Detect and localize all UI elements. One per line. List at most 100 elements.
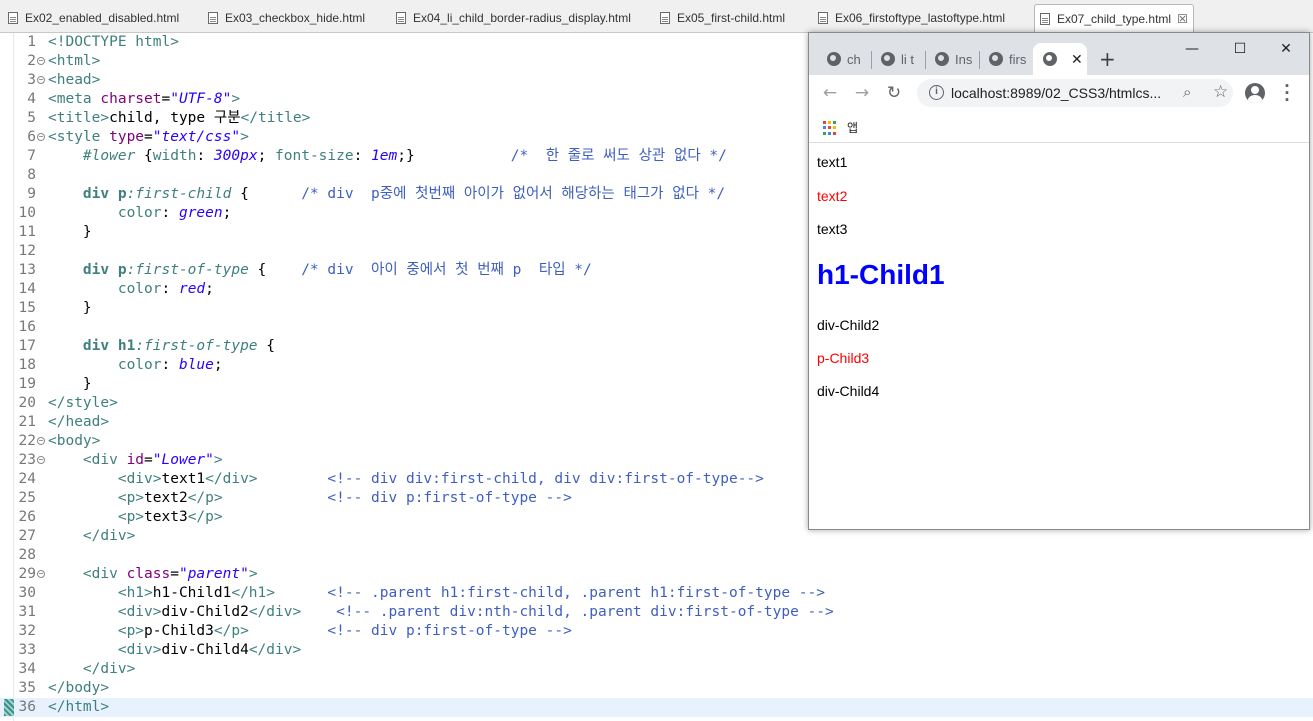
fold-toggle-icon[interactable]: − [37,570,45,578]
html-file-icon [660,12,670,24]
code-line[interactable]: 32 <p>p-Child3</p> <!-- div p:first-of-t… [0,622,1313,641]
code-line[interactable]: 31 <div>div-Child2</div> <!-- .parent di… [0,603,1313,622]
code-token: </body> [48,680,110,696]
fold-toggle-icon[interactable]: − [37,456,45,464]
code-text: </body> [48,679,109,698]
line-number: 36 [18,699,36,715]
line-number: 15 [18,300,36,316]
browser-tab[interactable]: ch [817,43,871,75]
code-token: font-size [275,148,354,164]
code-token: div p [82,186,127,202]
code-token: /* 한 줄로 써도 상관 없다 */ [510,148,727,164]
code-token: = [144,452,153,468]
browser-tab[interactable]: li t [871,43,925,75]
code-token: type [109,129,145,145]
line-number: 10 [18,205,36,221]
address-bar[interactable]: i localhost:8989/02_CSS3/htmlcs... ⌕ ☆ [917,79,1233,107]
code-text: div p:first-of-type { /* div 아이 중에서 첫 번째… [48,261,592,280]
page-text1: text1 [817,154,848,170]
minimize-button[interactable]: — [1169,37,1215,61]
code-line[interactable]: 36 </html> [0,698,1313,717]
code-token: = [170,566,179,582]
line-number: 26 [18,509,36,525]
browser-tab-active[interactable]: ✕ [1033,43,1087,75]
code-line[interactable]: 33 <div>div-Child4</div> [0,641,1313,660]
code-token: p-Child3 [144,623,214,639]
browser-tab[interactable]: Ins [925,43,979,75]
new-tab-button[interactable]: + [1099,47,1116,71]
bookmarks-bar: 앱 [809,111,1309,143]
editor-tab[interactable]: Ex05_first-child.html [660,4,812,32]
code-token: <p> [117,509,145,525]
reload-button[interactable]: ↻ [883,82,905,104]
code-text: </style> [48,394,118,413]
code-text: <p>text3</p> [48,508,223,527]
editor-tab[interactable]: Ex04_li_child_border-radius_display.html [396,4,654,32]
code-line[interactable]: 35 </body> [0,679,1313,698]
apps-label[interactable]: 앱 [847,119,858,136]
menu-icon[interactable]: · · · [1283,79,1291,108]
code-line[interactable]: 28 [0,546,1313,565]
editor-tab[interactable]: Ex02_enabled_disabled.html [8,4,198,32]
code-line[interactable]: 30 <h1>h1-Child1</h1> <!-- .parent h1:fi… [0,584,1313,603]
browser-tab-label: ch [847,51,861,67]
editor-tab-bar: Ex02_enabled_disabled.html Ex03_checkbox… [0,0,1313,33]
code-text: <body> [48,432,100,451]
code-token: div-Child4 [161,642,249,658]
forward-button[interactable]: → [851,82,873,104]
editor-tab-label: Ex06_firstoftype_lastoftype.html [835,11,1006,25]
html-file-icon [396,12,406,24]
fold-toggle-icon[interactable]: − [37,76,45,84]
fold-toggle-icon[interactable]: − [37,133,45,141]
code-text: } [48,375,92,394]
code-token: "text/css" [152,129,241,145]
line-number: 31 [18,604,36,620]
line-number: 3 [27,72,36,88]
fold-toggle-icon[interactable]: − [37,437,45,445]
close-icon[interactable]: ☒ [1177,12,1188,26]
line-number: 5 [27,110,36,126]
line-number: 18 [18,357,36,373]
maximize-button[interactable]: ☐ [1217,37,1263,61]
code-text: <div>text1</div> <!-- div div:first-chil… [48,470,764,489]
code-token: </div> [248,604,302,620]
line-number: 6 [27,129,36,145]
browser-toolbar: ← → ↻ i localhost:8989/02_CSS3/htmlcs...… [809,75,1309,111]
star-icon[interactable]: ☆ [1213,82,1228,102]
back-button[interactable]: ← [819,82,841,104]
code-line[interactable]: 34 </div> [0,660,1313,679]
code-token: } [48,376,92,392]
code-token: <head> [48,72,101,88]
code-line[interactable]: 29− <div class="parent"> [0,565,1313,584]
code-text: <style type="text/css"> [48,128,249,147]
close-tab-icon[interactable]: ✕ [1071,51,1083,68]
code-token: green [178,205,223,221]
line-number: 8 [27,167,36,183]
fold-toggle-icon[interactable]: − [37,57,45,65]
url-text[interactable]: localhost:8989/02_CSS3/htmlcs... [951,85,1161,101]
editor-tab[interactable]: Ex06_firstoftype_lastoftype.html [818,4,1028,32]
code-text: color: red; [48,280,214,299]
profile-icon[interactable] [1245,83,1265,103]
code-token: <div> [117,642,162,658]
zoom-icon[interactable]: ⌕ [1183,83,1191,101]
code-token: ; [257,148,276,164]
line-number: 1 [27,34,36,50]
code-token: : [161,357,179,373]
browser-tab[interactable]: firs [979,43,1033,75]
close-window-button[interactable]: ✕ [1263,37,1309,61]
code-text: #lower {width: 300px; font-size: 1em;} /… [48,147,727,166]
apps-grid-icon[interactable] [823,121,837,135]
code-token: </p> [213,623,249,639]
info-icon[interactable]: i [929,85,944,100]
editor-tab[interactable]: Ex03_checkbox_hide.html [208,4,388,32]
editor-tab-active[interactable]: Ex07_child_type.html ☒ [1034,4,1194,32]
line-number: 30 [18,585,36,601]
globe-icon [881,52,895,66]
code-text: } [48,299,92,318]
